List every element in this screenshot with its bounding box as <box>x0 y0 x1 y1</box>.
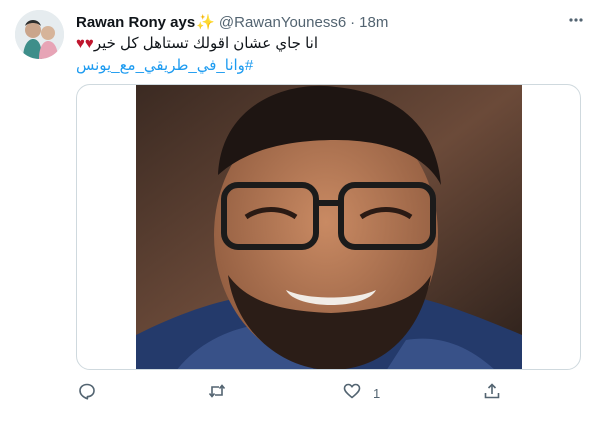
heart-emoji: ♥♥ <box>76 35 94 52</box>
retweet-icon <box>208 382 226 405</box>
author-name[interactable]: Rawan Rony ays <box>76 14 195 31</box>
reply-icon <box>78 382 96 405</box>
share-button[interactable] <box>483 382 501 404</box>
tweet-media[interactable] <box>76 84 581 370</box>
more-icon[interactable] <box>568 12 584 28</box>
tweet-photo[interactable] <box>136 85 522 370</box>
like-button[interactable]: 1 <box>343 382 380 404</box>
sparkle-emoji: ✨ <box>196 14 215 31</box>
tweet-actions: 1 <box>76 382 516 404</box>
tweet-body: انا جاي عشان اقولك تستاهل كل خير <box>93 35 319 52</box>
retweet-button[interactable] <box>208 382 226 404</box>
author-handle[interactable]: @RawanYouness6 <box>219 14 346 31</box>
tweet-card[interactable]: Rawan Rony ays ✨ @RawanYouness6 · 18m ان… <box>0 0 592 425</box>
tweet-header: Rawan Rony ays ✨ @RawanYouness6 · 18m <box>76 12 572 32</box>
share-icon <box>483 382 501 405</box>
avatar[interactable] <box>15 10 64 59</box>
separator-dot: · <box>350 13 356 31</box>
reply-button[interactable] <box>78 382 96 404</box>
like-icon <box>343 382 361 405</box>
tweet-text: انا جاي عشان اقولك تستاهل كل خير♥♥ <box>76 34 572 54</box>
like-count: 1 <box>373 385 381 401</box>
hashtag-link[interactable]: #وانا_في_طريقي_مع_يونس <box>76 56 572 76</box>
timestamp[interactable]: 18m <box>359 14 388 31</box>
